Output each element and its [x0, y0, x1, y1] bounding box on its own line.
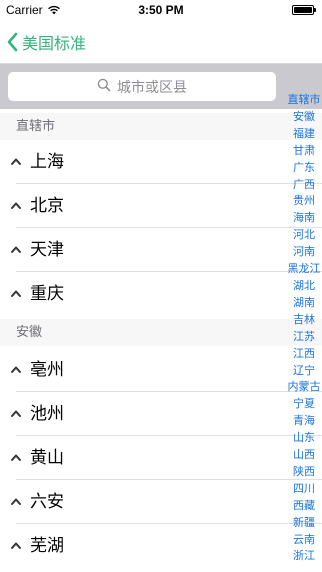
list-item-label: 池州: [30, 404, 64, 424]
chevron-up-icon: [10, 537, 22, 549]
index-item[interactable]: 山东: [286, 430, 322, 447]
index-item[interactable]: 山西: [286, 447, 322, 464]
search-input[interactable]: 城市或区县: [8, 72, 276, 101]
search-bar: 城市或区县: [0, 64, 322, 109]
section-header-municipalities: 直辖市: [0, 113, 322, 140]
index-item[interactable]: 河南: [286, 244, 322, 261]
status-time: 3:50 PM: [138, 3, 184, 17]
search-placeholder: 城市或区县: [117, 79, 187, 96]
index-item[interactable]: 直辖市: [286, 92, 322, 109]
list-item-label: 黄山: [30, 448, 64, 468]
index-item[interactable]: 河北: [286, 227, 322, 244]
list-item[interactable]: 上海: [0, 140, 322, 184]
back-button[interactable]: 美国标准: [6, 30, 86, 54]
city-list[interactable]: 直辖市 上海 北京 天津 重庆 安徽 亳州 池州 黄山 六安 芜湖: [0, 109, 322, 572]
list-item-label: 北京: [30, 196, 64, 216]
chevron-left-icon: [6, 32, 18, 52]
index-item[interactable]: 宁夏: [286, 396, 322, 413]
list-item-label: 亳州: [30, 360, 64, 380]
list-item-label: 天津: [30, 240, 64, 260]
index-item[interactable]: 西藏: [286, 498, 322, 515]
chevron-up-icon: [10, 449, 22, 461]
index-item[interactable]: 内蒙古: [286, 379, 322, 396]
list-item[interactable]: 北京: [0, 184, 322, 228]
list-item-label: 六安: [30, 492, 64, 512]
index-item[interactable]: 辽宁: [286, 363, 322, 380]
chevron-up-icon: [10, 197, 22, 209]
list-item[interactable]: 亳州: [0, 348, 322, 392]
chevron-up-icon: [10, 493, 22, 505]
list-item[interactable]: 重庆: [0, 272, 322, 316]
list-item[interactable]: 天津: [0, 228, 322, 272]
index-item[interactable]: 安徽: [286, 109, 322, 126]
battery-icon: [292, 5, 316, 15]
chevron-up-icon: [10, 405, 22, 417]
section-index-bar[interactable]: 直辖市 安徽 福建 甘肃 广东 广西 贵州 海南 河北 河南 黑龙江 湖北 湖南…: [286, 92, 322, 565]
index-item[interactable]: 湖北: [286, 278, 322, 295]
index-item[interactable]: 浙江: [286, 548, 322, 565]
chevron-up-icon: [10, 153, 22, 165]
index-item[interactable]: 湖南: [286, 295, 322, 312]
list-item[interactable]: 芜湖: [0, 524, 322, 568]
index-item[interactable]: 云南: [286, 532, 322, 549]
section-header-anhui: 安徽: [0, 319, 322, 346]
index-item[interactable]: 福建: [286, 126, 322, 143]
index-item[interactable]: 新疆: [286, 515, 322, 532]
index-item[interactable]: 江苏: [286, 329, 322, 346]
back-button-label: 美国标准: [22, 34, 87, 53]
chevron-up-icon: [10, 361, 22, 373]
status-bar: Carrier 3:50 PM: [0, 0, 322, 20]
index-item[interactable]: 黑龙江: [286, 261, 322, 278]
list-item-label: 上海: [30, 152, 64, 172]
index-item[interactable]: 海南: [286, 210, 322, 227]
list-item-label: 重庆: [30, 284, 64, 304]
list-item-label: 芜湖: [30, 536, 64, 556]
chevron-up-icon: [10, 285, 22, 297]
index-item[interactable]: 广西: [286, 177, 322, 194]
index-item[interactable]: 青海: [286, 413, 322, 430]
index-item[interactable]: 吉林: [286, 312, 322, 329]
search-icon: [97, 78, 111, 96]
list-item[interactable]: 池州: [0, 392, 322, 436]
chevron-up-icon: [10, 241, 22, 253]
index-item[interactable]: 四川: [286, 481, 322, 498]
nav-bar: 美国标准: [0, 20, 322, 64]
index-item[interactable]: 广东: [286, 160, 322, 177]
list-item[interactable]: 六安: [0, 480, 322, 524]
list-item[interactable]: 黄山: [0, 436, 322, 480]
index-item[interactable]: 贵州: [286, 193, 322, 210]
index-item[interactable]: 甘肃: [286, 143, 322, 160]
index-item[interactable]: 陕西: [286, 464, 322, 481]
index-item[interactable]: 江西: [286, 346, 322, 363]
